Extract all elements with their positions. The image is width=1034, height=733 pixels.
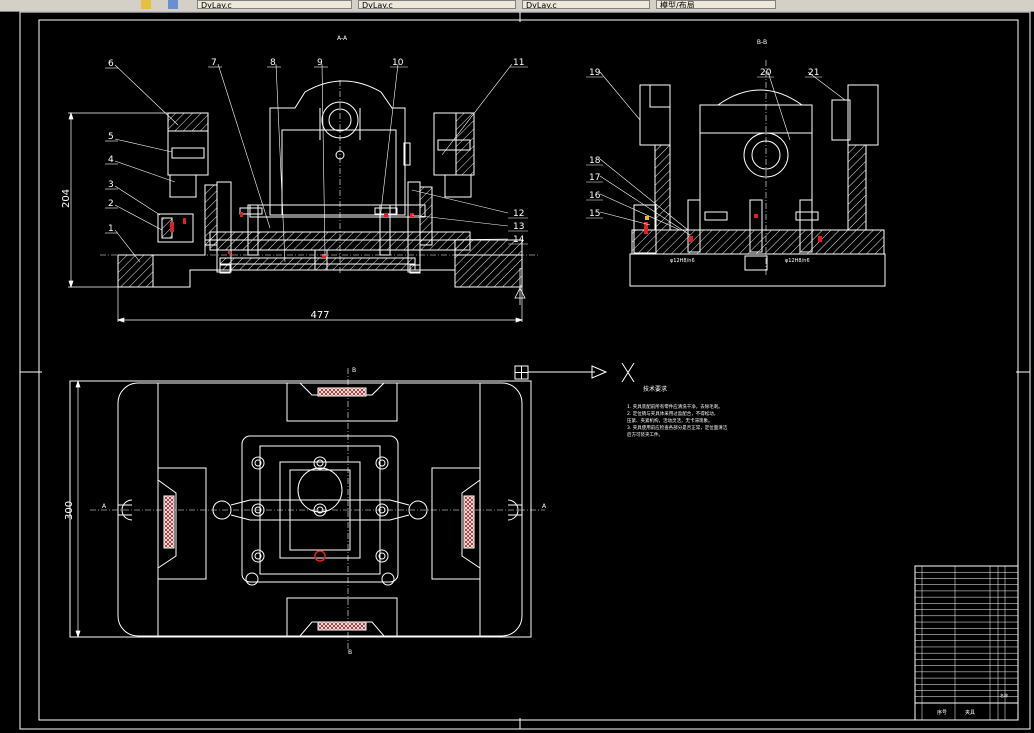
callout-10: 10 [392,58,404,68]
callout-17: 17 [589,173,600,183]
tab-label: 模型/布局 [660,1,695,9]
tab-label: DyLay.c [526,1,557,9]
tech-req-title: 技术要求 [643,385,667,393]
tab-label: DyLay.c [201,1,232,9]
dimension-height: 204 [61,189,72,208]
svg-text:B: B [348,649,352,656]
svg-text:A: A [542,503,547,510]
callout-20: 20 [760,68,772,78]
section-bb-label: B-B [757,39,767,46]
tech-req-line-5: 后方可装夹工件。 [627,431,663,438]
dimension-plan-height: 300 [64,501,75,520]
callout-4: 4 [108,155,114,165]
title-block: 序号 夹具 名称 [914,565,1019,721]
fit-label-left: φ12H8/n6 [670,258,695,264]
callout-6: 6 [108,59,114,69]
section-aa-label: A-A [337,35,348,42]
toolbar-icon-yellow[interactable] [141,0,151,9]
tech-req-line-4: 3. 夹具使用前应检查各部分是否正常，定位面清洁 [627,424,728,431]
tab-drawing-1[interactable]: DyLay.c [197,0,352,9]
tab-drawing-3[interactable]: DyLay.c [522,0,650,9]
plan-highlight-bolt [314,550,326,562]
callout-3: 3 [108,180,114,190]
cad-drawing-canvas[interactable]: A-A 204 477 B-B φ12H8/n6 φ12H8/n6 6 5 4 … [0,11,1034,733]
svg-text:A: A [102,503,107,510]
tab-drawing-2[interactable]: DyLay.c [358,0,516,9]
callout-16: 16 [589,191,601,201]
dimension-width: 477 [310,310,329,321]
fit-label-right: φ12H8/n6 [785,258,810,264]
callout-11: 11 [513,58,524,68]
section-view-bb: B-B φ12H8/n6 φ12H8/n6 [599,39,886,287]
toolbar-icon-blue[interactable] [168,0,178,9]
callout-1: 1 [108,224,114,234]
tech-req-line-2: 2. 定位销与夹具体采用过盈配合，不得松动， [627,410,718,417]
title-block-footer-left: 序号 [937,709,947,716]
callout-9: 9 [317,58,323,68]
callout-19: 19 [589,68,601,78]
plan-dimension [75,379,81,639]
callout-5: 5 [108,132,114,142]
svg-text:B: B [352,367,356,374]
tab-model-layout[interactable]: 模型/布局 [656,0,776,9]
callout-7: 7 [211,58,217,68]
plan-view [69,380,532,638]
callout-13: 13 [513,222,524,232]
callout-21: 21 [808,68,819,78]
callout-15: 15 [589,209,600,219]
callout-2: 2 [108,199,114,209]
tab-label: DyLay.c [362,1,393,9]
title-block-footer-right: 名称 [1000,692,1008,698]
title-block-name: 夹具 [965,709,975,716]
callout-8: 8 [270,58,276,68]
tech-req-line-1: 1. 夹具装配前所有零件应清洗干净，去除毛刺。 [627,403,723,410]
projection-symbol [514,362,635,383]
tech-req-line-3: 压紧、夹紧机构，活动灵活，无卡滞现象。 [627,417,713,424]
callout-12: 12 [513,209,524,219]
callout-14: 14 [513,235,525,245]
section-view-aa: A-A 204 477 [61,35,540,323]
callout-18: 18 [589,156,601,166]
technical-requirements: 技术要求 1. 夹具装配前所有零件应清洗干净，去除毛刺。 2. 定位销与夹具体采… [627,385,728,438]
